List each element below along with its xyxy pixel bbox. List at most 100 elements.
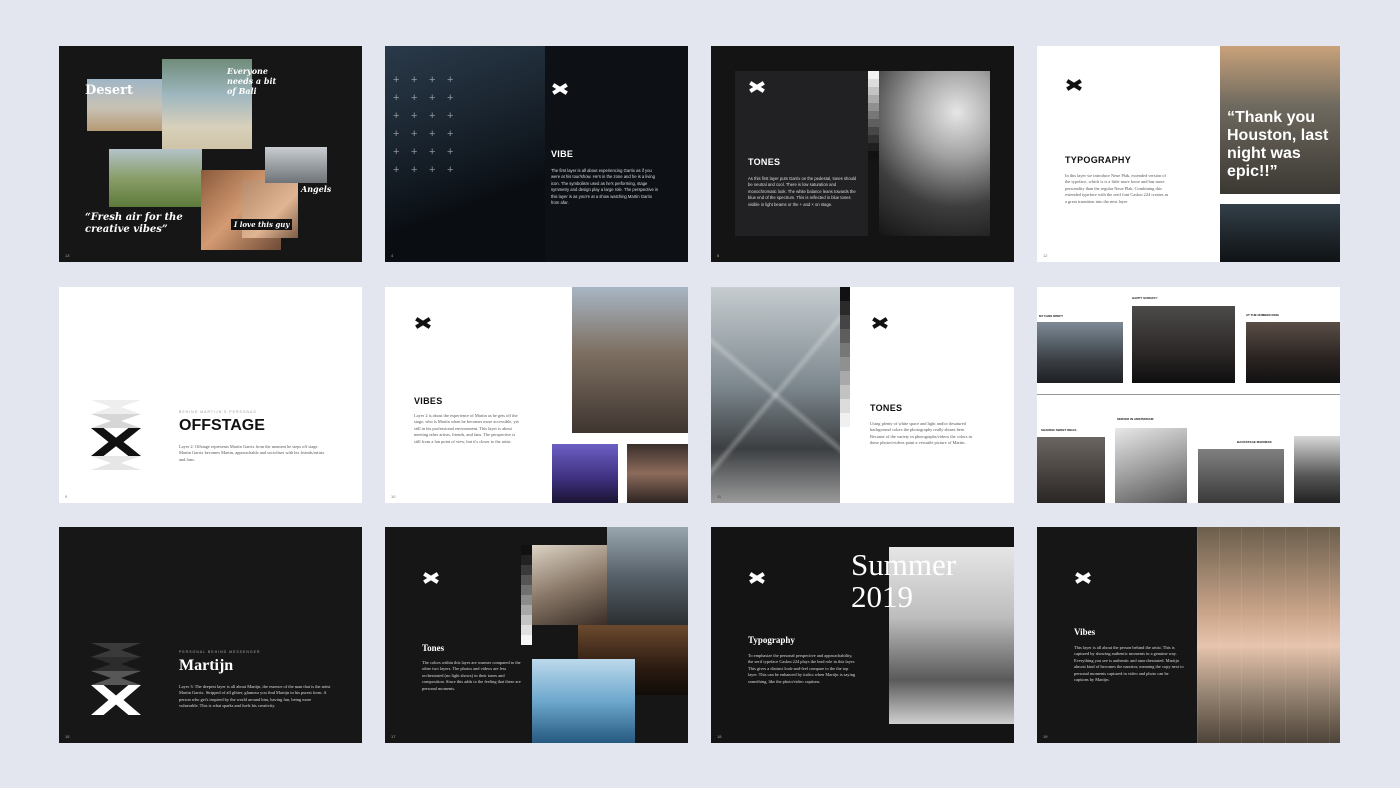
caption-4: SHARING SWEET IDEAS — [1041, 428, 1077, 432]
slide-title: Vibes — [1074, 627, 1096, 637]
plus-grid: + + + + + + + + + + + + + + + + + + + + + + + + — [393, 74, 465, 176]
caption-5: SERVED IN AMSTERDAM — [1117, 417, 1154, 421]
slide-body: This layer is all about the person behin… — [1074, 645, 1184, 683]
photo-1 — [1037, 322, 1123, 383]
plus-icon: + — [411, 164, 418, 176]
slide-title: Tones — [422, 643, 445, 653]
page-number: 17 — [391, 734, 396, 739]
plus-icon: + — [429, 74, 436, 86]
photo-plane — [1220, 204, 1340, 262]
slide-title: Desert — [85, 83, 133, 98]
slide-title: VIBES — [414, 396, 443, 406]
photo-angels — [265, 147, 327, 183]
slide-title: OFFSTAGE — [179, 417, 265, 434]
slide-body: To emphasize the personal perspective an… — [748, 653, 856, 684]
slide-title: TONES — [870, 403, 903, 413]
caption-6: BACKSTAGE MADNESS — [1237, 440, 1272, 444]
caption-bali: Everyone needs a bit of Bali — [227, 66, 277, 96]
slide-title: TONES — [748, 157, 781, 167]
page-number: 11 — [717, 494, 722, 499]
photo-friends — [627, 444, 688, 503]
photo-3 — [1246, 322, 1340, 383]
plus-icon: + — [411, 110, 418, 122]
plus-icon: + — [393, 128, 400, 140]
plus-icon: + — [393, 146, 400, 158]
plus-icon: + — [411, 146, 418, 158]
slide-body: Layer 3: The deepest layer is all about … — [179, 684, 331, 709]
slide-martijn[interactable]: PERSONAL BEHIND MESSENGER Martijn Layer … — [59, 527, 362, 743]
plus-icon: + — [393, 110, 400, 122]
plus-icon: + — [447, 110, 454, 122]
slide-vibes-dark[interactable]: Vibes This layer is all about the person… — [1037, 527, 1340, 743]
photo-5 — [1115, 428, 1187, 503]
divider — [1037, 394, 1340, 395]
slide-body: As this first layer puts Garrix on the p… — [748, 176, 857, 207]
slide-photo-wall[interactable]: MY FANS DIDN'T HAPPY SUNDAY!! AT THE NUM… — [1037, 287, 1340, 503]
page-number: 19 — [1043, 734, 1048, 739]
slide-summer[interactable]: Summer 2019 Typography To emphasize the … — [711, 527, 1014, 743]
caption-angels: Angels — [301, 184, 332, 194]
slide-title: VIBE — [551, 149, 574, 159]
page-number: 18 — [717, 734, 722, 739]
photo-mirror-room — [1197, 527, 1340, 743]
slide-body: Layer 2 is about the experience of Marti… — [414, 413, 519, 444]
tone-swatches — [521, 545, 532, 645]
photo-concert-purple — [552, 444, 618, 503]
quote-thanks: “Thank you Houston, last night was epic!… — [1227, 109, 1329, 180]
photo-jet-window — [532, 545, 607, 625]
plus-icon: + — [447, 146, 454, 158]
kicker: BEHIND MARTIJN'S PERSONAS — [179, 410, 257, 414]
page-number: 13 — [65, 253, 70, 258]
slide-offstage[interactable]: BEHIND MARTIJN'S PERSONAS OFFSTAGE Layer… — [59, 287, 362, 503]
page-number: 12 — [1043, 253, 1048, 258]
slide-tones-white[interactable]: TONES Using plenty of white space and li… — [711, 287, 1014, 503]
caption-love: I love this guy — [231, 219, 293, 230]
tone-swatches — [868, 71, 879, 159]
slide-title: Typography — [748, 635, 795, 645]
x-logo-icon — [1066, 79, 1082, 91]
slide-tones-dark[interactable]: TONES As this first layer puts Garrix on… — [711, 46, 1014, 262]
page-number: 9 — [65, 494, 68, 499]
photo-glass-building — [711, 287, 840, 503]
page-number: 15 — [65, 734, 70, 739]
plus-icon: + — [447, 92, 454, 104]
tone-swatches — [840, 287, 850, 427]
slide-vibes-white[interactable]: VIBES Layer 2 is about the experience of… — [385, 287, 688, 503]
plus-icon: + — [447, 164, 454, 176]
slide-body: The colors within this layer are warmer … — [422, 660, 521, 691]
big-title: Summer 2019 — [851, 547, 957, 614]
layered-x-icon — [91, 400, 141, 470]
slide-desert[interactable]: Desert Everyone needs a bit of Bali Ange… — [59, 46, 362, 262]
plus-icon: + — [429, 128, 436, 140]
x-logo-icon — [749, 572, 765, 584]
slide-typography[interactable]: TYPOGRAPHY In this layer we introduce Ne… — [1037, 46, 1340, 262]
x-logo-icon — [872, 317, 888, 329]
plus-icon: + — [447, 74, 454, 86]
slide-body: Using plenty of white space and light an… — [870, 421, 972, 446]
plus-icon: + — [393, 74, 400, 86]
page-number: 4 — [391, 253, 394, 258]
page-number: 5 — [717, 253, 720, 258]
kicker: PERSONAL BEHIND MESSENGER — [179, 650, 261, 654]
slide-tones-warm[interactable]: Tones The colors within this layer are w… — [385, 527, 688, 743]
slide-title: TYPOGRAPHY — [1065, 155, 1132, 165]
text-panel — [735, 71, 868, 236]
x-logo-icon — [1075, 572, 1091, 584]
photo-aquarium — [532, 659, 635, 743]
photo-7 — [1294, 436, 1340, 503]
x-logo-icon — [423, 572, 439, 584]
plus-icon: + — [447, 128, 454, 140]
plus-icon: + — [429, 146, 436, 158]
plus-icon: + — [411, 128, 418, 140]
slide-body: In this layer we introduce Neue Plak, ex… — [1065, 173, 1169, 204]
plus-icon: + — [393, 92, 400, 104]
caption-1: MY FANS DIDN'T — [1039, 314, 1063, 318]
plus-icon: + — [429, 110, 436, 122]
photo-festival-selfie — [572, 287, 688, 433]
caption-fresh-air: “Fresh air for the creative vibes” — [85, 212, 183, 235]
caption-3: AT THE NUMBER KING — [1246, 313, 1279, 317]
photo-6 — [1198, 449, 1284, 503]
page-number: 10 — [391, 494, 396, 499]
slide-vibe[interactable]: + + + + + + + + + + + + + + + + + + + + + + + + VIBE The f… — [385, 46, 688, 262]
slide-body: Layer 2: Offstage represents Martin Garr… — [179, 444, 325, 462]
